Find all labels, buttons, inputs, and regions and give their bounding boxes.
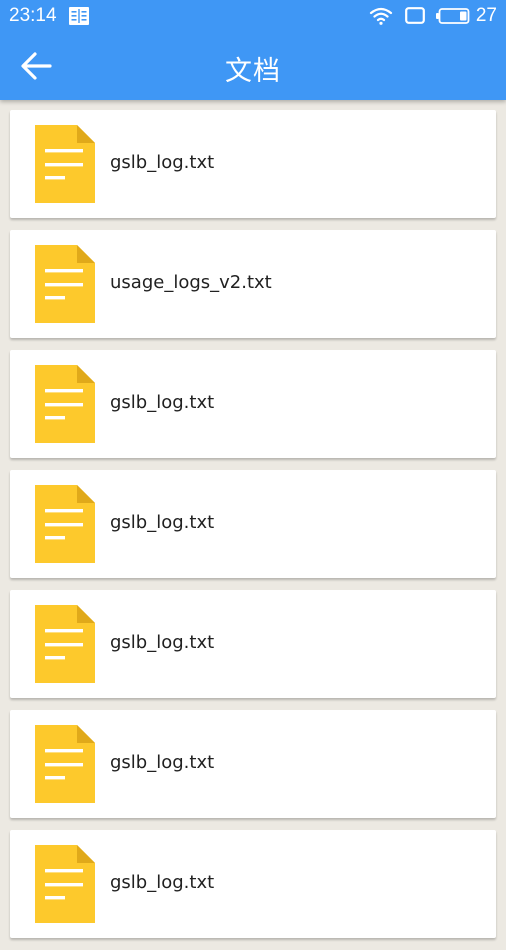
text-document-icon (35, 245, 95, 323)
status-time: 23:14 (9, 5, 57, 26)
page-title: 文档 (225, 56, 281, 87)
toolbar: 文档 (0, 32, 506, 100)
file-item[interactable]: gslb_log.txt (10, 350, 496, 458)
file-item[interactable]: gslb_log.txt (10, 590, 496, 698)
text-document-icon (35, 485, 95, 563)
file-name: gslb_log.txt (110, 752, 215, 773)
text-document-icon (35, 125, 95, 203)
file-list: gslb_log.txt usage_logs_v2.txt gslb_log.… (10, 110, 496, 950)
text-document-icon (35, 725, 95, 803)
file-name: gslb_log.txt (110, 392, 215, 413)
file-item[interactable]: gslb_log.txt (10, 830, 496, 938)
battery-icon (436, 8, 470, 29)
file-item[interactable]: usage_logs_v2.txt (10, 230, 496, 338)
text-document-icon (35, 605, 95, 683)
status-bar: 23:14 27 (0, 0, 506, 32)
battery-level: 27 (475, 5, 497, 26)
file-item[interactable]: gslb_log.txt (10, 710, 496, 818)
app-header: 23:14 27 文档 (0, 0, 506, 100)
file-item[interactable]: gslb_log.txt (10, 470, 496, 578)
file-name: usage_logs_v2.txt (110, 272, 272, 293)
reader-icon (69, 7, 89, 30)
file-name: gslb_log.txt (110, 872, 215, 893)
file-name: gslb_log.txt (110, 152, 215, 173)
screen-icon (405, 7, 425, 29)
wifi-icon (369, 6, 393, 31)
file-name: gslb_log.txt (110, 632, 215, 653)
text-document-icon (35, 365, 95, 443)
file-item[interactable]: gslb_log.txt (10, 110, 496, 218)
file-name: gslb_log.txt (110, 512, 215, 533)
text-document-icon (35, 845, 95, 923)
